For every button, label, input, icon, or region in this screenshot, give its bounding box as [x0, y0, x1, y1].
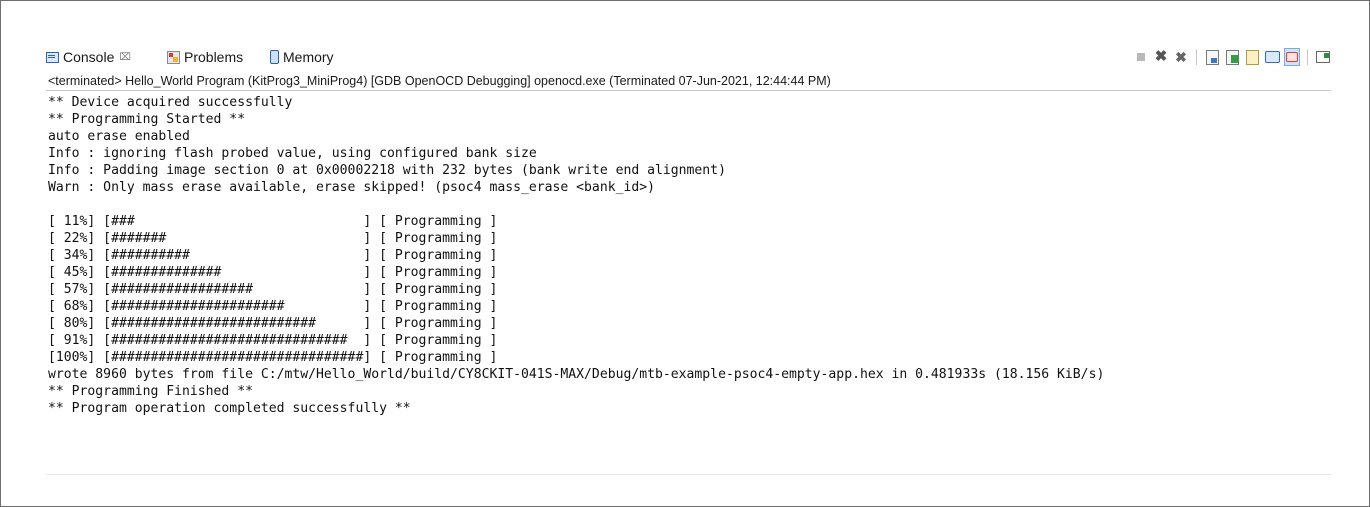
console-line: ** Programming Finished **: [48, 384, 253, 399]
process-status-line: <terminated> Hello_World Program (KitPro…: [48, 74, 831, 88]
console-line: [100%] [################################…: [48, 350, 498, 365]
console-line: [ 80%] [########################## ] [ P…: [48, 316, 498, 331]
close-icon[interactable]: ⌧: [119, 52, 131, 63]
console-line: Warn : Only mass erase available, erase …: [48, 180, 655, 195]
problems-icon: [167, 50, 180, 64]
console-line: wrote 8960 bytes from file C:/mtw/Hello_…: [48, 367, 1105, 382]
console-line: [ 11%] [### ] [ Programming ]: [48, 214, 498, 229]
word-wrap-icon[interactable]: [1224, 49, 1240, 65]
tab-console-label: Console: [63, 49, 115, 65]
console-toolbar: ✖ ✖: [1133, 48, 1331, 66]
memory-icon: [270, 50, 279, 64]
tab-problems-label: Problems: [184, 49, 244, 65]
tab-console[interactable]: Console ⌧: [46, 47, 131, 67]
display-console-icon[interactable]: [1284, 48, 1300, 66]
open-console-icon[interactable]: [1315, 49, 1331, 65]
console-line: Info : Padding image section 0 at 0x0000…: [48, 163, 726, 178]
console-line: [ 57%] [################## ] [ Programmi…: [48, 282, 498, 297]
console-line: ** Program operation completed successfu…: [48, 401, 411, 416]
console-line: [ 45%] [############## ] [ Programming ]: [48, 265, 498, 280]
remove-all-terminated-icon[interactable]: ✖: [1173, 49, 1189, 65]
console-line: ** Programming Started **: [48, 112, 246, 127]
tab-problems[interactable]: Problems: [167, 47, 243, 67]
console-output[interactable]: ** Device acquired successfully ** Progra…: [48, 94, 1331, 474]
divider: [46, 474, 1331, 475]
console-line: [ 68%] [###################### ] [ Progr…: [48, 299, 498, 314]
console-icon: [46, 52, 59, 63]
terminate-icon[interactable]: [1133, 49, 1149, 65]
window-frame: Console ⌧ Problems Memory ✖ ✖ <terminate…: [0, 0, 1370, 507]
toolbar-separator: [1196, 49, 1197, 65]
divider: [46, 90, 1331, 91]
show-on-stderr-icon[interactable]: [1264, 49, 1280, 65]
console-line: auto erase enabled: [48, 129, 190, 144]
tab-memory[interactable]: Memory: [270, 47, 334, 67]
tab-memory-label: Memory: [283, 49, 334, 65]
console-line: [ 22%] [####### ] [ Programming ]: [48, 231, 498, 246]
show-on-stdout-icon[interactable]: [1244, 49, 1260, 65]
console-line: [ 34%] [########## ] [ Programming ]: [48, 248, 498, 263]
remove-launch-icon[interactable]: ✖: [1153, 49, 1169, 65]
toolbar-separator: [1307, 49, 1308, 65]
scroll-lock-icon[interactable]: [1204, 49, 1220, 65]
console-line: Info : ignoring flash probed value, usin…: [48, 146, 537, 161]
console-view: Console ⌧ Problems Memory ✖ ✖ <terminate…: [46, 45, 1331, 475]
view-tab-bar: Console ⌧ Problems Memory ✖ ✖: [46, 45, 1331, 69]
console-line: [ 91%] [############################## ]…: [48, 333, 498, 348]
console-line: ** Device acquired successfully: [48, 95, 293, 110]
